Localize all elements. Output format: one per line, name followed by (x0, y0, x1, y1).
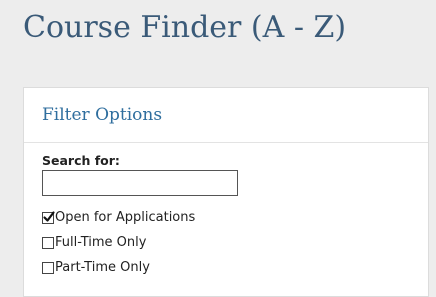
filter-panel-header: Filter Options (24, 88, 428, 143)
option-label: Open for Applications (55, 210, 196, 225)
check-icon (43, 211, 55, 222)
full-time-only-checkbox[interactable] (42, 237, 54, 249)
filter-panel-title: Filter Options (42, 105, 163, 125)
option-full-time-only[interactable]: Full-Time Only (42, 235, 146, 251)
search-input[interactable] (42, 170, 238, 196)
option-label: Part-Time Only (55, 260, 150, 275)
option-open-for-applications[interactable]: Open for Applications (42, 210, 195, 226)
filter-options-panel: Filter Options Search for: Open for Appl… (23, 87, 429, 297)
open-for-applications-checkbox[interactable] (42, 211, 55, 224)
option-part-time-only[interactable]: Part-Time Only (42, 260, 150, 276)
page-title: Course Finder (A - Z) (23, 10, 347, 45)
option-label: Full-Time Only (55, 235, 147, 250)
search-label: Search for: (42, 153, 120, 168)
part-time-only-checkbox[interactable] (42, 262, 54, 274)
